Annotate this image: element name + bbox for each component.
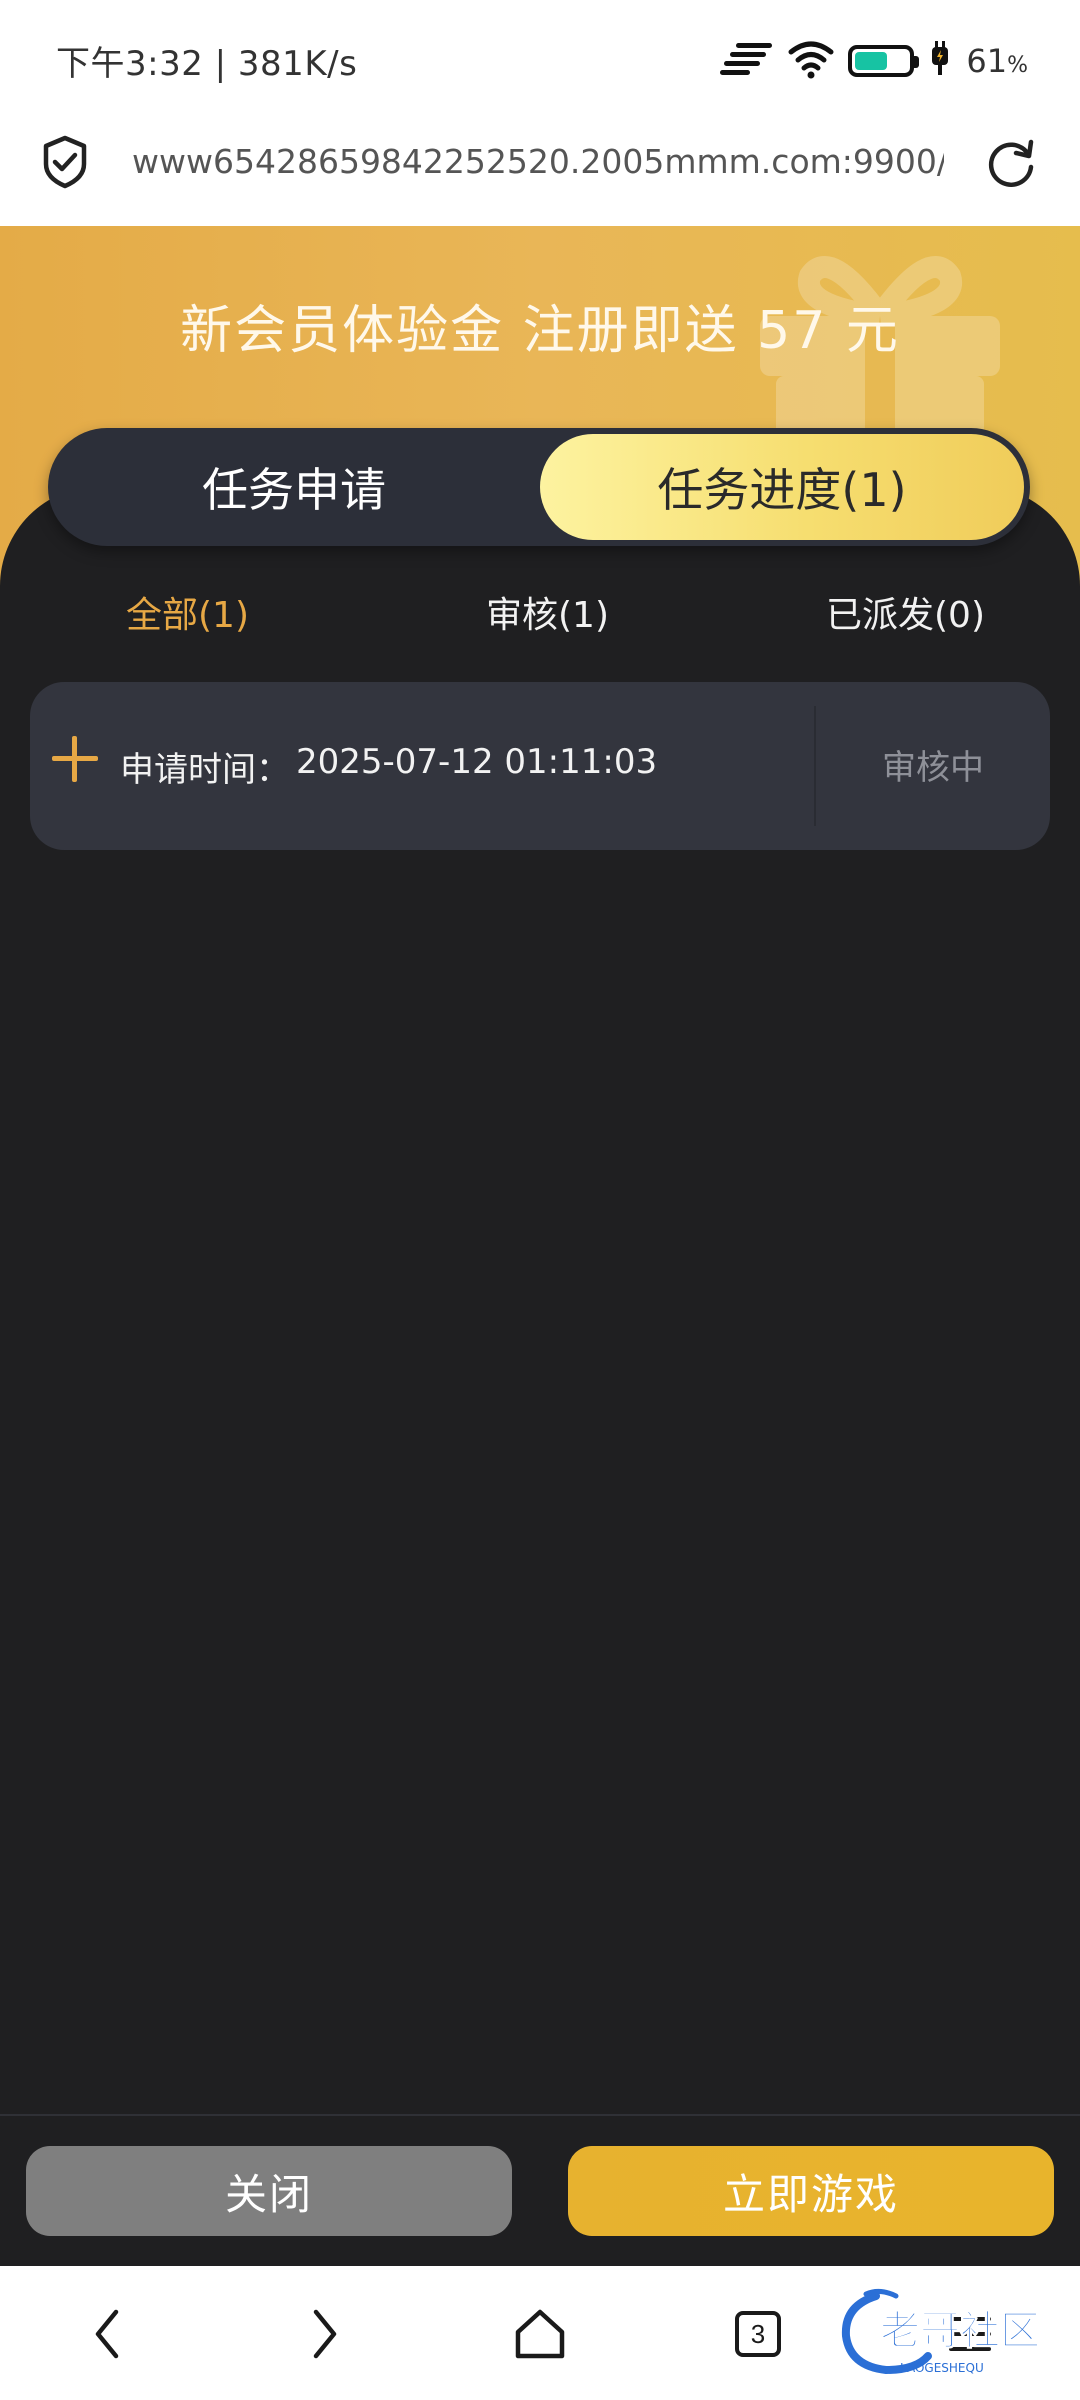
battery-level [855,52,888,70]
charging-icon [928,41,952,81]
watermark-text: 老哥社区 [880,2308,1040,2354]
tab-count: 3 [735,2311,781,2357]
tabs-button[interactable]: 3 [728,2304,788,2364]
battery-percent: 61% [966,42,1028,80]
status-time-speed: 下午3:32 | 381K/s [56,44,358,84]
close-button[interactable]: 关闭 [26,2146,512,2236]
status-badge: 审核中 [882,748,984,788]
expand-plus-icon[interactable] [52,736,98,782]
home-icon[interactable] [508,2304,572,2364]
filter-dispatched[interactable]: 已派发(0) [826,586,985,638]
url-field[interactable]: www6542865984225252‌0.2005mmm.com:9900/w… [132,140,944,184]
main-tab-switcher: 任务申请 任务进度(1) [48,428,1030,546]
wifi-icon [788,39,834,83]
apply-time-label: 申请时间： [120,750,290,790]
tab-task-progress[interactable]: 任务进度(1) [540,434,1024,540]
watermark-logo: 老哥社区 LAOGESHEQU [836,2286,1072,2378]
forward-icon[interactable] [294,2304,354,2364]
apply-time-value: 2025-07-12 01:11:03 [296,742,658,782]
task-record-row[interactable]: 申请时间： 2025-07-12 01:11:03 审核中 [30,682,1050,850]
filter-all[interactable]: 全部(1) [126,586,249,638]
tab-task-apply[interactable]: 任务申请 [54,434,534,540]
play-now-button[interactable]: 立即游戏 [568,2146,1054,2236]
watermark-subtext: LAOGESHEQU [900,2361,984,2375]
status-bar: 下午3:32 | 381K/s 61% [0,0,1080,120]
battery-icon [848,45,920,77]
back-icon[interactable] [78,2304,138,2364]
browser-nav-bar: 3 老哥社区 LAOGESHEQU [0,2266,1080,2400]
shield-check-icon[interactable] [40,134,90,194]
action-bar: 关闭 立即游戏 [0,2114,1080,2266]
filter-review[interactable]: 审核(1) [486,586,609,638]
status-icons: 61% [720,36,1028,86]
promo-title: 新会员体验金 注册即送 57 元 [180,301,900,361]
reload-icon[interactable] [982,134,1040,196]
browser-address-bar: www6542865984225252‌0.2005mmm.com:9900/w… [0,120,1080,226]
signal-icon [720,39,774,83]
